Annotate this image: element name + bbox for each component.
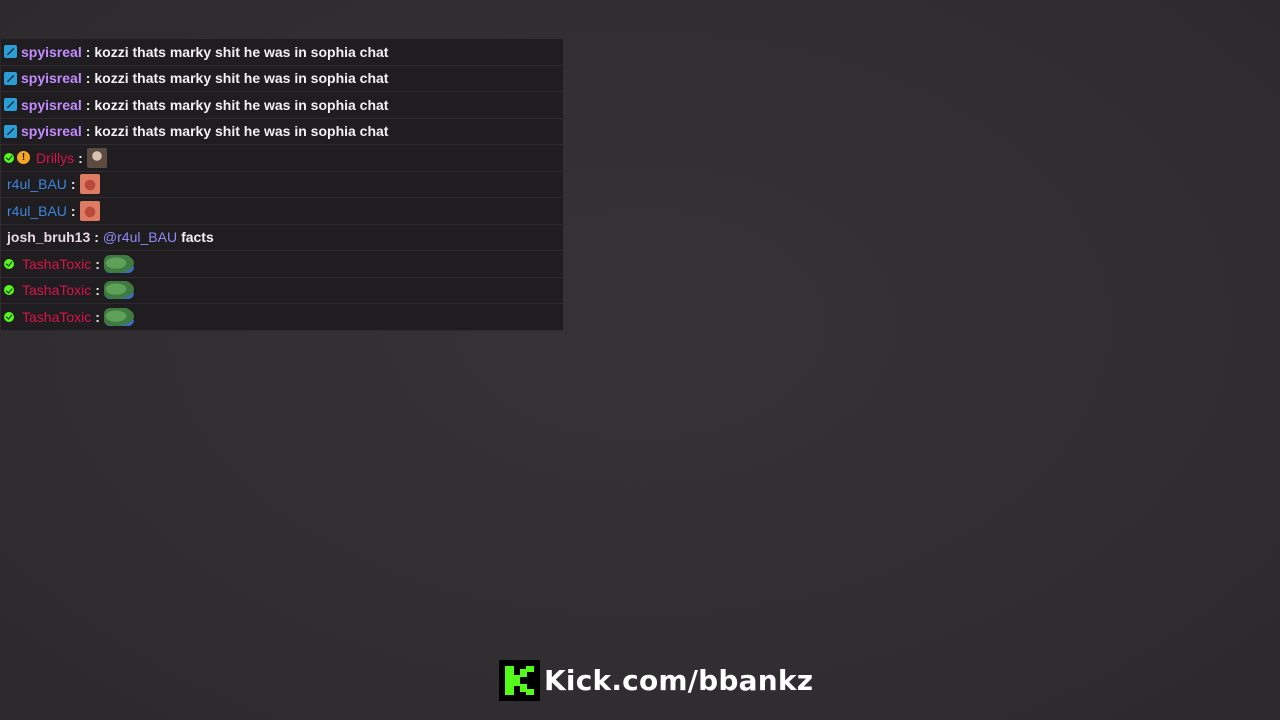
stream-overlay: spyisreal : kozzi thats marky shit he wa… bbox=[0, 0, 1280, 720]
subscriber-icon bbox=[4, 98, 17, 112]
chat-message: TashaToxic : bbox=[1, 277, 563, 304]
face-emote bbox=[86, 147, 107, 168]
chat-separator: : bbox=[95, 308, 100, 325]
chat-message: josh_bruh13 : @r4ul_BAU facts bbox=[1, 224, 563, 251]
chat-separator: : bbox=[95, 255, 100, 272]
chat-message: r4ul_BAU : bbox=[1, 198, 563, 225]
subscriber-icon bbox=[4, 124, 17, 138]
chat-username[interactable]: TashaToxic bbox=[22, 256, 91, 272]
chat-separator: : bbox=[70, 176, 76, 193]
chat-message: spyisreal : kozzi thats marky shit he wa… bbox=[1, 65, 563, 92]
chat-message: spyisreal : kozzi thats marky shit he wa… bbox=[1, 118, 563, 145]
pepe-emote bbox=[103, 281, 134, 300]
chat-separator: : bbox=[94, 229, 99, 246]
chat-message: ! Drillys : bbox=[1, 145, 563, 172]
chat-message-text: kozzi thats marky shit he was in sophia … bbox=[94, 43, 389, 60]
pepe-emote bbox=[103, 254, 134, 273]
red-face-emote bbox=[79, 174, 100, 195]
chat-username[interactable]: spyisreal bbox=[21, 44, 82, 60]
chat-username[interactable]: TashaToxic bbox=[22, 282, 91, 298]
chat-separator: : bbox=[78, 149, 83, 166]
chat-username[interactable]: Drillys bbox=[36, 150, 74, 166]
subscriber-icon bbox=[4, 71, 17, 85]
chat-message: TashaToxic : bbox=[1, 304, 563, 331]
chat-username[interactable]: r4ul_BAU bbox=[7, 176, 67, 192]
verified-icon bbox=[4, 285, 14, 296]
chat-message: spyisreal : kozzi thats marky shit he wa… bbox=[1, 39, 563, 66]
kick-watermark: Kick.com/bbankz bbox=[499, 660, 813, 701]
chat-message: r4ul_BAU : bbox=[1, 171, 563, 198]
chat-mention[interactable]: @r4ul_BAU bbox=[103, 229, 177, 245]
chat-username[interactable]: spyisreal bbox=[21, 123, 82, 139]
chat-username[interactable]: r4ul_BAU bbox=[7, 203, 67, 219]
warning-icon: ! bbox=[17, 151, 30, 165]
chat-username[interactable]: TashaToxic bbox=[22, 309, 91, 325]
chat-username[interactable]: spyisreal bbox=[21, 97, 82, 113]
chat-username[interactable]: josh_bruh13 bbox=[7, 229, 90, 245]
pepe-emote bbox=[103, 307, 134, 326]
chat-username[interactable]: spyisreal bbox=[21, 70, 82, 86]
chat-overlay: spyisreal : kozzi thats marky shit he wa… bbox=[1, 39, 563, 331]
chat-message-text: facts bbox=[181, 229, 214, 246]
chat-message-text: kozzi thats marky shit he was in sophia … bbox=[94, 96, 389, 113]
chat-message: spyisreal : kozzi thats marky shit he wa… bbox=[1, 92, 563, 119]
chat-message-text: kozzi thats marky shit he was in sophia … bbox=[94, 123, 389, 140]
chat-separator: : bbox=[85, 96, 91, 113]
red-face-emote bbox=[79, 200, 100, 221]
chat-separator: : bbox=[70, 202, 76, 219]
chat-separator: : bbox=[95, 282, 100, 299]
chat-message-text: kozzi thats marky shit he was in sophia … bbox=[94, 70, 389, 87]
chat-separator: : bbox=[85, 70, 91, 87]
channel-url: Kick.com/bbankz bbox=[544, 664, 814, 697]
kick-logo-icon bbox=[499, 660, 540, 701]
chat-message: TashaToxic : bbox=[1, 251, 563, 278]
verified-icon bbox=[4, 311, 14, 322]
subscriber-icon bbox=[4, 45, 17, 59]
chat-separator: : bbox=[85, 43, 91, 60]
verified-icon bbox=[4, 152, 14, 163]
chat-separator: : bbox=[85, 123, 91, 140]
verified-icon bbox=[4, 258, 14, 269]
